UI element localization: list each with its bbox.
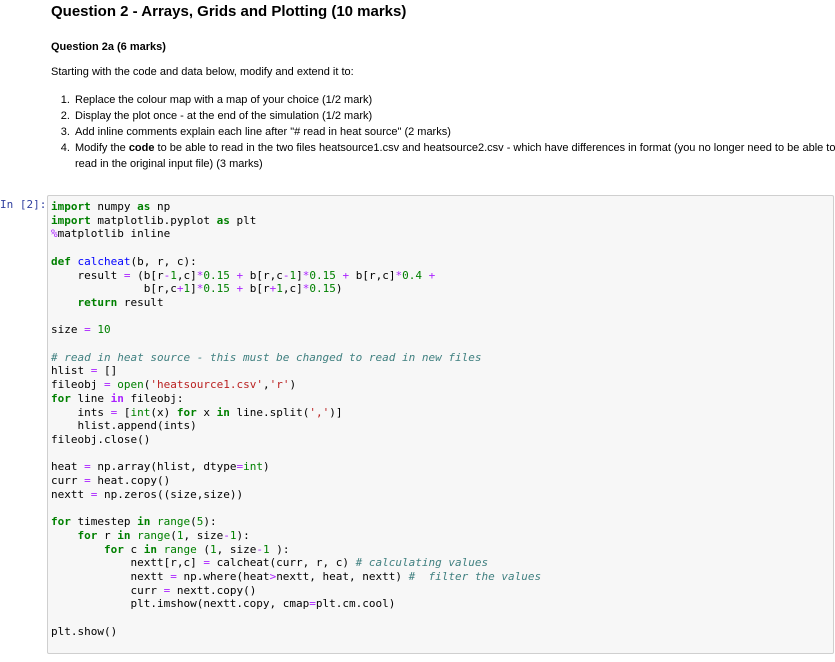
task-item: Add inline comments explain each line af… — [73, 124, 835, 140]
task-text: Modify the — [75, 142, 129, 154]
task-item: Display the plot once - at the end of th… — [73, 108, 835, 124]
task-text-bold: code — [128, 142, 155, 154]
task-list: Replace the colour map with a map of you… — [51, 92, 835, 172]
task-item: Replace the colour map with a map of you… — [73, 92, 835, 108]
task-item: Modify the code to be able to read in th… — [73, 140, 835, 172]
code-editor[interactable]: import numpy as np import matplotlib.pyp… — [48, 196, 833, 639]
intro-text: Starting with the code and data below, m… — [51, 66, 354, 78]
cell-prompt: In [2]: — [0, 198, 47, 211]
question-title: Question 2 - Arrays, Grids and Plotting … — [51, 3, 407, 20]
task-text: to be able to read in the two files heat… — [75, 142, 835, 170]
question-subtitle: Question 2a (6 marks) — [51, 41, 166, 53]
code-cell[interactable]: import numpy as np import matplotlib.pyp… — [47, 195, 834, 654]
